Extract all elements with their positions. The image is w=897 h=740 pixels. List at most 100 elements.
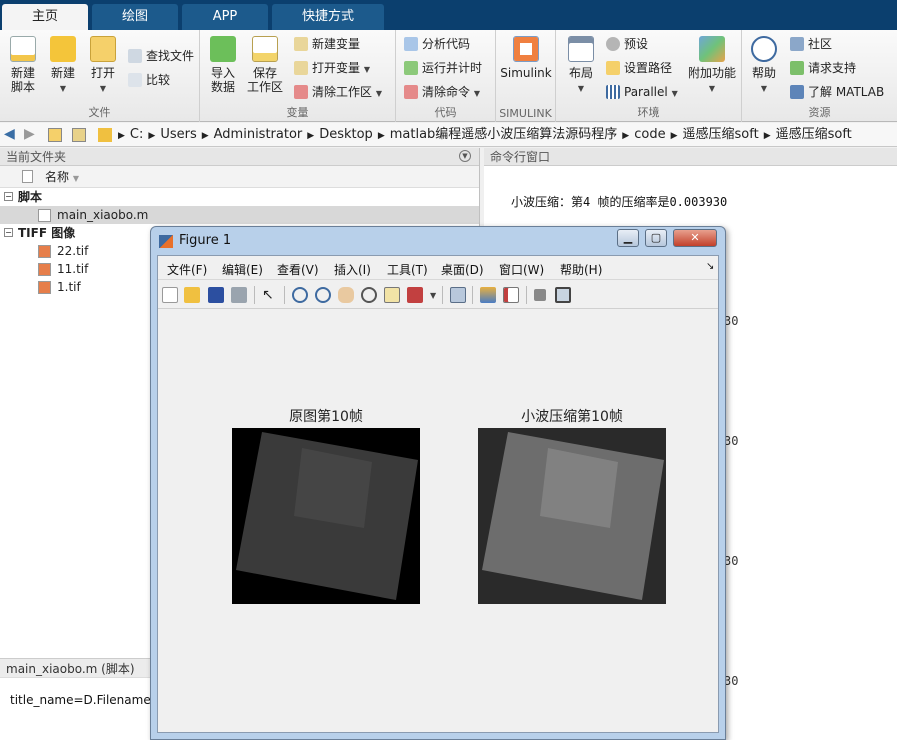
pan-hand-icon[interactable] — [338, 287, 354, 303]
find-files-button[interactable]: 查找文件 — [128, 46, 194, 66]
compare-button[interactable]: 比较 — [128, 70, 170, 90]
figure-window[interactable]: Figure 1 ▁ ▢ ✕ 文件(F) 编辑(E) 查看(V) 插入(I) 工… — [150, 226, 726, 740]
folder-icon — [90, 36, 116, 62]
minimize-icon[interactable]: ▁ — [617, 229, 639, 247]
figure-toolbar: ↖ ▼ — [158, 281, 718, 309]
image-original — [232, 428, 420, 604]
colorbar-icon[interactable] — [480, 287, 496, 303]
breadcrumb-item[interactable]: Users — [160, 127, 196, 142]
group-variable-label: 变量 — [286, 106, 309, 119]
learn-matlab-button[interactable]: 了解 MATLAB — [790, 82, 884, 102]
maximize-icon[interactable]: ▢ — [645, 229, 667, 247]
menu-file[interactable]: 文件(F) — [167, 261, 207, 278]
clear-workspace-button[interactable]: 清除工作区 ▼ — [294, 82, 382, 102]
menu-window[interactable]: 窗口(W) — [499, 261, 544, 278]
open-variable-button[interactable]: 打开变量 ▼ — [294, 58, 370, 78]
menu-edit[interactable]: 编辑(E) — [222, 261, 263, 278]
zoom-out-icon[interactable] — [315, 287, 331, 303]
tab-shortcuts[interactable]: 快捷方式 — [272, 4, 384, 30]
breadcrumb-item[interactable]: C: — [130, 127, 143, 142]
zoom-in-icon[interactable] — [292, 287, 308, 303]
forward-arrow-icon[interactable]: ▶ — [24, 126, 35, 142]
analyze-code-button[interactable]: 分析代码 — [404, 34, 470, 54]
collapse-icon[interactable]: − — [4, 192, 13, 201]
chevron-down-icon: ▼ — [473, 89, 480, 98]
folder-icon — [98, 128, 112, 142]
help-button[interactable]: 帮助 ▼ — [748, 36, 780, 96]
community-button[interactable]: 社区 — [790, 34, 832, 54]
request-support-button[interactable]: 请求支持 — [790, 58, 856, 78]
back-arrow-icon[interactable]: ◀ — [4, 126, 15, 142]
link-plot-icon[interactable] — [450, 287, 466, 303]
figure-content: 文件(F) 编辑(E) 查看(V) 插入(I) 工具(T) 桌面(D) 窗口(W… — [157, 255, 719, 733]
tab-apps[interactable]: APP — [182, 4, 268, 30]
group-environment-label: 环境 — [637, 106, 660, 119]
breadcrumb-item[interactable]: 遥感压缩soft — [683, 127, 759, 142]
print-icon[interactable] — [231, 287, 247, 303]
breadcrumb-item[interactable]: 遥感压缩soft — [776, 127, 852, 142]
data-cursor-icon[interactable] — [384, 287, 400, 303]
file-list-item[interactable]: main_xiaobo.m — [0, 206, 479, 224]
open-file-icon[interactable] — [184, 287, 200, 303]
up-folder-icon[interactable] — [48, 128, 62, 142]
figure-title-bar[interactable]: Figure 1 ▁ ▢ ✕ — [151, 227, 725, 255]
breadcrumb-separator-icon: ▶ — [148, 131, 156, 141]
hide-plot-tools-icon[interactable] — [534, 289, 546, 301]
gear-icon — [606, 37, 620, 51]
show-plot-tools-icon[interactable] — [555, 287, 571, 303]
import-data-button[interactable]: 导入 数据 — [206, 36, 240, 94]
open-button[interactable]: 打开 ▼ — [86, 36, 120, 96]
save-workspace-button[interactable]: 保存 工作区 — [246, 36, 284, 94]
parallel-label: Parallel — [624, 85, 668, 99]
folder-icon — [606, 61, 620, 75]
clear-workspace-label: 清除工作区 — [312, 85, 373, 99]
save-icon[interactable] — [208, 287, 224, 303]
command-window-title: 命令行窗口 — [484, 148, 897, 166]
breadcrumb-item[interactable]: Desktop — [319, 127, 373, 142]
menu-tools[interactable]: 工具(T) — [387, 261, 428, 278]
legend-icon[interactable] — [503, 287, 519, 303]
clear-commands-button[interactable]: 清除命令 ▼ — [404, 82, 480, 102]
menu-view[interactable]: 查看(V) — [277, 261, 319, 278]
simulink-button[interactable]: Simulink — [500, 36, 552, 80]
new-script-button[interactable]: 新建 脚本 — [6, 36, 40, 94]
breadcrumb: ▶ C: ▶ Users ▶ Administrator ▶ Desktop ▶ matlab编程… — [118, 126, 857, 144]
breadcrumb-item[interactable]: matlab编程遥感小波压缩算法源码程序 — [390, 127, 618, 142]
pointer-icon[interactable]: ↖ — [262, 287, 278, 303]
menu-help[interactable]: 帮助(H) — [560, 261, 602, 278]
new-figure-icon[interactable] — [162, 287, 178, 303]
tab-home[interactable]: 主页 — [2, 4, 88, 30]
new-button[interactable]: 新建 ▼ — [46, 36, 80, 96]
tab-plots[interactable]: 绘图 — [92, 4, 178, 30]
menu-desktop[interactable]: 桌面(D) — [441, 261, 484, 278]
new-variable-button[interactable]: 新建变量 — [294, 34, 360, 54]
open-variable-icon — [294, 61, 308, 75]
brush-icon[interactable] — [407, 287, 423, 303]
file-name: main_xiaobo.m — [57, 208, 149, 222]
script-file-icon — [38, 209, 51, 222]
tree-section-header[interactable]: − 脚本 — [0, 188, 479, 206]
breadcrumb-item[interactable]: code — [634, 127, 665, 142]
browse-folder-icon[interactable] — [72, 128, 86, 142]
dock-arrow-icon[interactable]: ↘ — [706, 261, 714, 272]
preferences-button[interactable]: 预设 — [606, 34, 648, 54]
parallel-button[interactable]: Parallel ▼ — [606, 82, 678, 102]
ribbon-toolstrip: 新建 脚本 新建 ▼ 打开 ▼ 查找文件 比较 文件 导入 数据 保存 工作区 新建… — [0, 30, 897, 122]
breadcrumb-item[interactable]: Administrator — [214, 127, 303, 142]
menu-insert[interactable]: 插入(I) — [334, 261, 371, 278]
rotate-3d-icon[interactable] — [361, 287, 377, 303]
panel-menu-icon[interactable]: ▼ — [459, 150, 471, 162]
collapse-icon[interactable]: − — [4, 228, 13, 237]
layout-button[interactable]: 布局 ▼ — [564, 36, 598, 96]
eraser-icon — [294, 85, 308, 99]
command-output-fragment: 30 — [724, 674, 739, 688]
addons-button[interactable]: 附加功能 ▼ — [686, 36, 738, 96]
set-path-button[interactable]: 设置路径 — [606, 58, 672, 78]
chevron-down-icon: ▼ — [375, 89, 382, 98]
close-icon[interactable]: ✕ — [673, 229, 717, 247]
simulink-icon — [513, 36, 539, 62]
chevron-down-icon[interactable]: ▼ — [430, 291, 436, 300]
group-code-label: 代码 — [434, 106, 457, 119]
column-header-name[interactable]: 名称 ▼ — [0, 166, 479, 188]
run-and-time-button[interactable]: 运行并计时 — [404, 58, 482, 78]
